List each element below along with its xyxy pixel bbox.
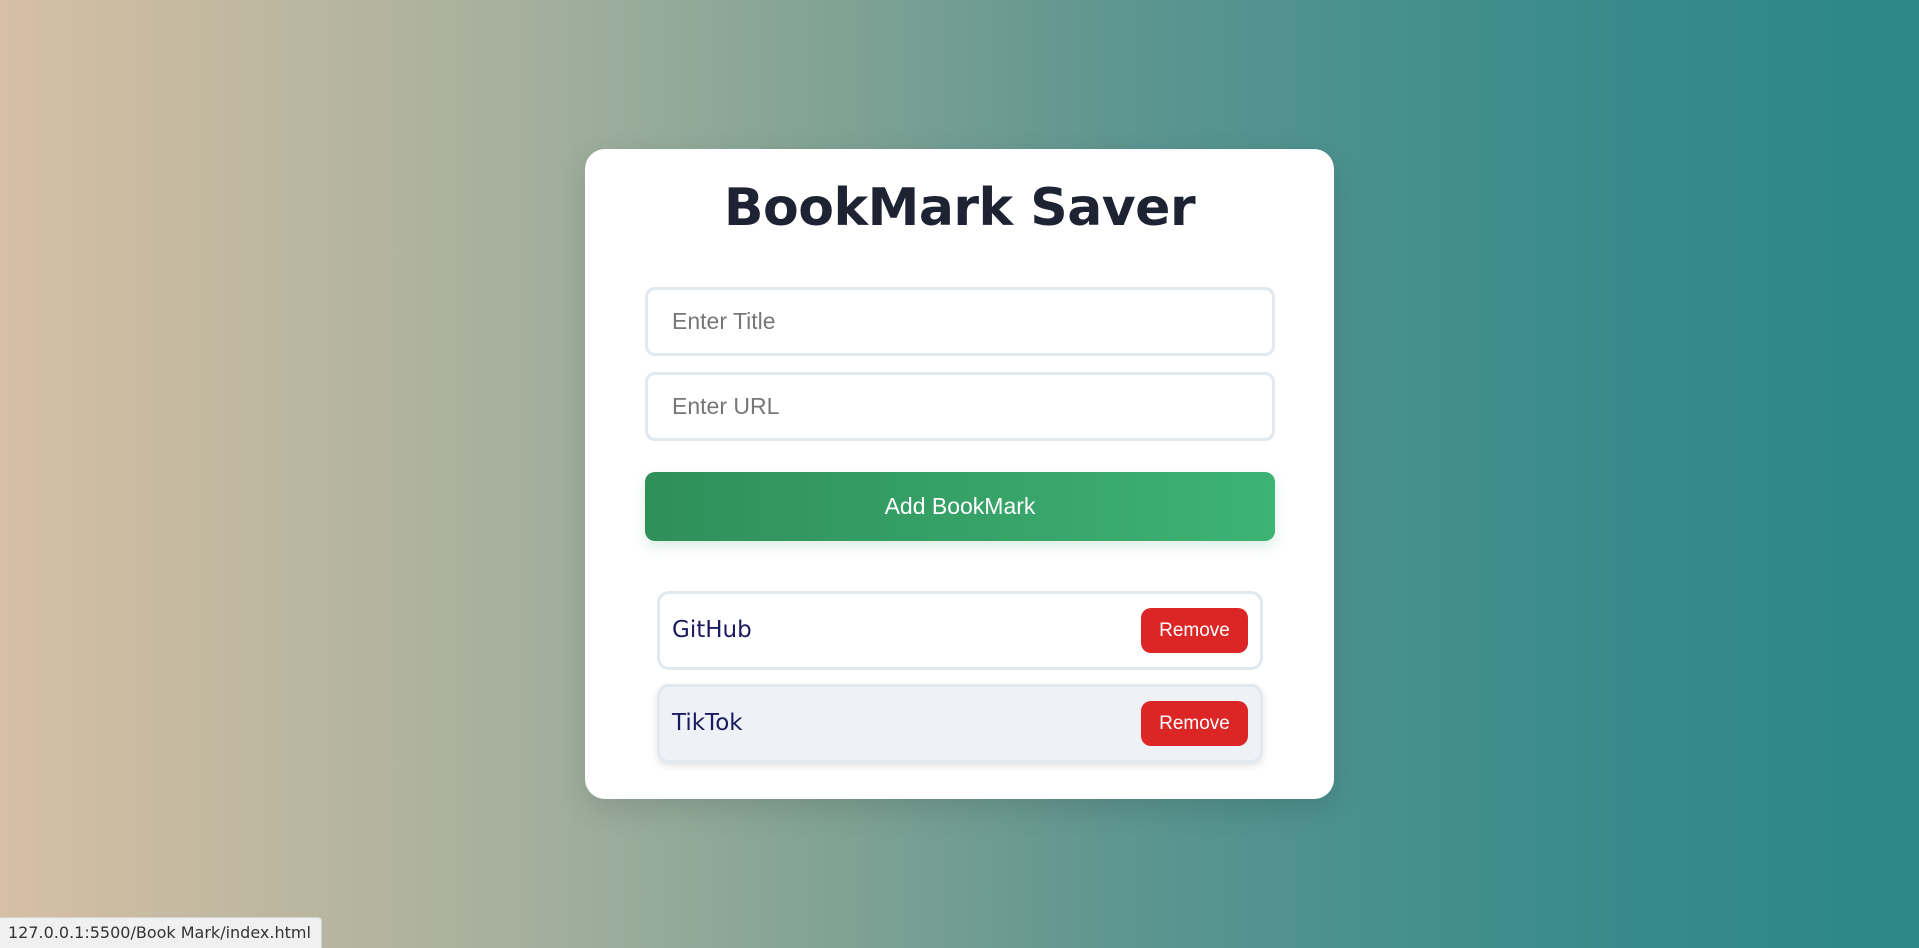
add-bookmark-button[interactable]: Add BookMark [645, 472, 1275, 541]
url-input[interactable] [645, 372, 1275, 441]
bookmark-link[interactable]: TikTok [672, 687, 743, 760]
bookmark-link[interactable]: GitHub [672, 594, 752, 667]
page-title: BookMark Saver [723, 178, 1196, 238]
browser-status-bar: 127.0.0.1:5500/Book Mark/index.html [0, 917, 322, 948]
remove-button[interactable]: Remove [1141, 701, 1248, 746]
bookmark-item: TikTok Remove [657, 684, 1263, 763]
bookmark-item: GitHub Remove [657, 591, 1263, 670]
remove-button[interactable]: Remove [1141, 608, 1248, 653]
title-input[interactable] [645, 287, 1275, 356]
bookmark-card: BookMark Saver Add BookMark GitHub Remov… [585, 149, 1334, 799]
bookmark-list: GitHub Remove TikTok Remove [657, 591, 1263, 777]
